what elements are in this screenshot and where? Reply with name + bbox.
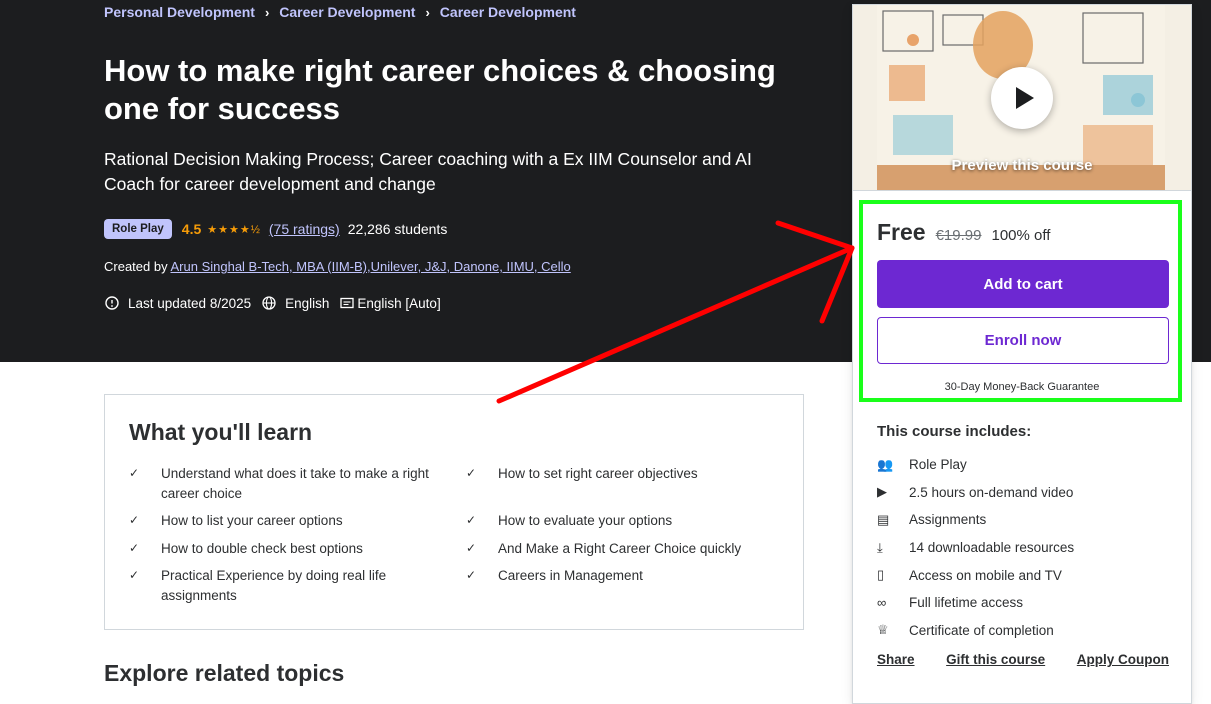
- course-title: How to make right career choices & choos…: [104, 53, 776, 126]
- add-to-cart-button[interactable]: Add to cart: [877, 260, 1169, 308]
- check-icon: ✓: [129, 466, 140, 480]
- chevron-right-icon: ›: [425, 4, 430, 20]
- check-icon: ✓: [466, 466, 477, 480]
- include-label: Full lifetime access: [909, 595, 1024, 611]
- include-item: ♕ Certificate of completion: [877, 617, 1177, 645]
- include-label: Certificate of completion: [909, 622, 1054, 638]
- breadcrumb-item-personal-development[interactable]: Personal Development: [104, 4, 255, 20]
- sidebar-links: Share Gift this course Apply Coupon: [877, 652, 1169, 667]
- include-item: ⤓ 14 downloadable resources: [877, 534, 1177, 562]
- students-count: 22,286 students: [347, 221, 448, 237]
- learn-item-text: Understand what does it take to make a r…: [161, 466, 429, 501]
- enroll-now-button[interactable]: Enroll now: [877, 317, 1169, 364]
- include-label: Assignments: [909, 512, 987, 528]
- mobile-icon: ▯: [877, 567, 885, 583]
- star-rating-icon: ★★★★½: [207, 223, 261, 236]
- created-by: Created by Arun Singhal B-Tech, MBA (IIM…: [104, 259, 571, 274]
- check-icon: ✓: [466, 513, 477, 527]
- breadcrumb-item-career-development-topic[interactable]: Career Development: [440, 4, 576, 20]
- download-icon: ⤓: [877, 539, 883, 555]
- includes-list: 👥 Role Play ▶ 2.5 hours on-demand video ▤ A…: [877, 451, 1177, 644]
- learn-item-text: And Make a Right Career Choice quickly: [498, 540, 742, 556]
- learn-item-text: How to set right career objectives: [498, 466, 698, 481]
- captions: English [Auto]: [339, 295, 441, 311]
- include-label: 2.5 hours on-demand video: [909, 484, 1074, 500]
- ratings-count-link[interactable]: (75 ratings): [269, 221, 340, 237]
- learn-item: ✓ Practical Experience by doing real life…: [129, 566, 466, 605]
- check-icon: ✓: [129, 568, 140, 582]
- what-youll-learn: What you'll learn ✓ Understand what does …: [104, 394, 804, 630]
- purchase-sidebar: Preview this course Free €19.99 100% off…: [852, 4, 1192, 704]
- include-label: 14 downloadable resources: [909, 540, 1075, 556]
- role-play-icon: 👥: [877, 456, 894, 472]
- assignment-icon: ▤: [877, 511, 890, 527]
- rating-value: 4.5: [181, 221, 202, 237]
- include-item: ∞ Full lifetime access: [877, 589, 1177, 617]
- learn-item: ✓ How to set right career objectives: [466, 464, 786, 503]
- learn-item: ✓ How to list your career options: [129, 511, 466, 531]
- learn-item: ✓ How to evaluate your options: [466, 511, 786, 531]
- include-label: Access on mobile and TV: [909, 567, 1062, 583]
- last-updated-text: Last updated 8/2025: [128, 295, 252, 311]
- video-icon: ▶: [877, 484, 887, 500]
- created-by-label: Created by: [104, 259, 168, 274]
- price-row: Free €19.99 100% off: [877, 219, 1050, 246]
- gift-course-link[interactable]: Gift this course: [946, 652, 1045, 667]
- include-item: ▤ Assignments: [877, 506, 1177, 534]
- what-youll-learn-heading: What you'll learn: [129, 419, 313, 445]
- preview-label: Preview this course: [951, 157, 1093, 174]
- check-icon: ✓: [129, 513, 140, 527]
- learn-item-text: How to double check best options: [161, 540, 363, 556]
- rating-row: Role Play 4.5 ★★★★½ (75 ratings) 22,286 …: [104, 219, 447, 239]
- learn-item: ✓ How to double check best options: [129, 539, 466, 559]
- check-icon: ✓: [466, 540, 477, 555]
- money-back-guarantee: 30-Day Money-Back Guarantee: [944, 381, 1100, 393]
- learn-item: ✓ Careers in Management: [466, 566, 786, 605]
- include-item: 👥 Role Play: [877, 451, 1177, 479]
- include-item: ▯ Access on mobile and TV: [877, 561, 1177, 589]
- includes-title: This course includes:: [877, 423, 1032, 440]
- include-label: Role Play: [909, 457, 967, 473]
- globe-icon: [262, 296, 276, 310]
- discount-text: 100% off: [991, 227, 1051, 244]
- learn-item-text: How to list your career options: [161, 513, 343, 528]
- captions-text: English [Auto]: [357, 295, 441, 311]
- chevron-right-icon: ›: [264, 4, 270, 20]
- learn-item-text: How to evaluate your options: [498, 513, 673, 528]
- check-icon: ✓: [466, 568, 477, 582]
- course-preview[interactable]: Preview this course: [853, 5, 1191, 191]
- learn-item-text: Practical Experience by doing real life …: [161, 568, 387, 603]
- trophy-icon: ♕: [877, 622, 889, 638]
- alert-badge-icon: [105, 296, 119, 310]
- breadcrumb: Personal Development › Career Developmen…: [104, 4, 576, 20]
- original-price: €19.99: [935, 227, 982, 244]
- role-play-badge: Role Play: [104, 219, 172, 239]
- learn-item: ✓ Understand what does it take to make a …: [129, 464, 466, 503]
- course-meta: Last updated 8/2025 English English [Aut…: [104, 295, 451, 311]
- play-button[interactable]: [991, 67, 1053, 129]
- current-price: Free: [877, 219, 926, 245]
- language-text: English: [285, 295, 330, 311]
- course-subtitle: Rational Decision Making Process; Career…: [104, 149, 752, 194]
- share-link[interactable]: Share: [877, 652, 915, 667]
- learn-item: ✓ And Make a Right Career Choice quickly: [466, 539, 786, 559]
- closed-captions-icon: [340, 297, 355, 309]
- include-item: ▶ 2.5 hours on-demand video: [877, 479, 1177, 507]
- breadcrumb-item-career-development[interactable]: Career Development: [279, 4, 415, 20]
- infinity-icon: ∞: [877, 595, 887, 611]
- check-icon: ✓: [129, 540, 140, 555]
- last-updated: Last updated 8/2025: [104, 295, 251, 311]
- related-topics-heading: Explore related topics: [104, 660, 345, 686]
- learn-list: ✓ Understand what does it take to make a …: [129, 464, 779, 613]
- instructor-link[interactable]: Arun Singhal B-Tech, MBA (IIM-B),Unileve…: [171, 259, 571, 274]
- apply-coupon-link[interactable]: Apply Coupon: [1077, 652, 1169, 667]
- language: English: [261, 295, 329, 311]
- learn-item-text: Careers in Management: [498, 568, 643, 583]
